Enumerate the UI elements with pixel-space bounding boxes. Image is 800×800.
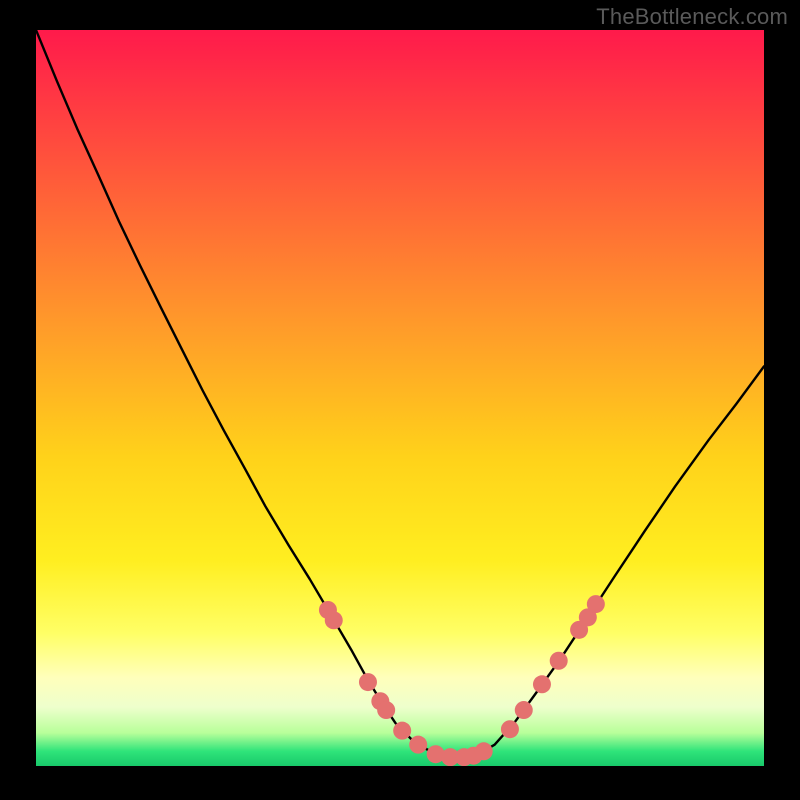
data-marker (475, 742, 493, 760)
data-marker (501, 720, 519, 738)
chart-frame: TheBottleneck.com (0, 0, 800, 800)
data-marker (550, 652, 568, 670)
data-marker (377, 701, 395, 719)
data-marker (409, 736, 427, 754)
watermark-text: TheBottleneck.com (596, 4, 788, 30)
bottleneck-chart (0, 0, 800, 800)
data-marker (325, 611, 343, 629)
data-marker (587, 595, 605, 613)
data-marker (393, 722, 411, 740)
data-marker (533, 675, 551, 693)
gradient-background (36, 30, 764, 766)
data-marker (359, 673, 377, 691)
data-marker (515, 701, 533, 719)
